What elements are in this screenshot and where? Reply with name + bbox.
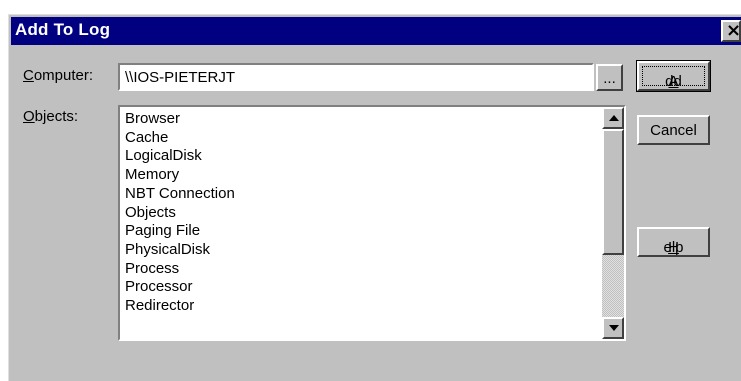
scroll-down-button[interactable] — [602, 317, 624, 339]
close-icon: × — [726, 20, 741, 41]
scroll-thumb[interactable] — [602, 129, 624, 255]
cancel-button[interactable]: Cancel — [637, 115, 710, 145]
browse-computer-button[interactable]: ... — [596, 64, 623, 91]
objects-scrollbar[interactable] — [602, 107, 624, 339]
list-item[interactable]: LogicalDisk — [125, 147, 585, 166]
list-item[interactable]: Paging File — [125, 222, 585, 241]
list-item[interactable]: Browser — [125, 110, 585, 129]
cancel-button-label: Cancel — [650, 122, 697, 139]
computer-input-value: \\IOS-PIETERJT — [125, 69, 236, 86]
objects-listbox[interactable]: Browser Cache LogicalDisk Memory NBT Connect… — [118, 105, 626, 341]
scroll-up-button[interactable] — [602, 107, 624, 129]
add-button[interactable]: Add — [636, 60, 711, 92]
title-bar[interactable]: Add To Log × — [11, 17, 741, 45]
computer-label: Computer: — [23, 67, 94, 84]
list-item[interactable]: Cache — [125, 129, 585, 148]
help-button[interactable]: Help — [637, 227, 710, 257]
list-item[interactable]: Redirector — [125, 297, 585, 316]
window-title: Add To Log — [15, 20, 111, 39]
list-item[interactable]: Process — [125, 260, 585, 279]
list-item[interactable]: NBT Connection — [125, 185, 585, 204]
close-button[interactable]: × — [721, 20, 741, 42]
scroll-up-arrow-icon — [609, 115, 619, 121]
list-item[interactable]: Processor — [125, 278, 585, 297]
objects-list-items: Browser Cache LogicalDisk Memory NBT Connect… — [125, 110, 585, 316]
list-item[interactable]: Memory — [125, 166, 585, 185]
list-item[interactable]: Objects — [125, 204, 585, 223]
browse-button-label: ... — [603, 70, 616, 87]
list-item[interactable]: PhysicalDisk — [125, 241, 585, 260]
computer-input[interactable]: \\IOS-PIETERJT — [118, 63, 594, 91]
objects-label: Objects: — [23, 108, 79, 125]
scroll-down-arrow-icon — [609, 325, 619, 331]
add-to-log-dialog: Add To Log × Computer: \\IOS-PIETERJT ..… — [8, 14, 741, 381]
